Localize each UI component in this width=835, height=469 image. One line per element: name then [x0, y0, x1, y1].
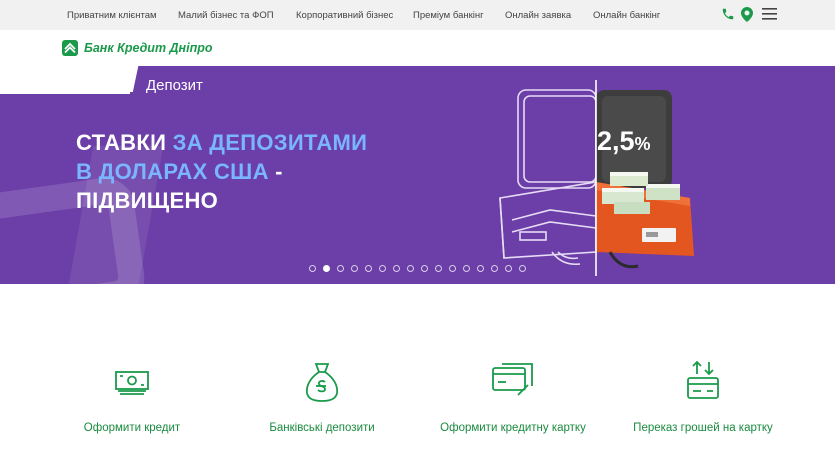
carousel-dot[interactable] [407, 265, 414, 272]
service-label: Банківські депозити [269, 422, 375, 434]
carousel-dot[interactable] [491, 265, 498, 272]
service-label: Оформити кредитну картку [440, 422, 586, 434]
carousel-dot[interactable] [365, 265, 372, 272]
hamburger-menu-icon[interactable] [762, 7, 777, 21]
suitcase-illustration [499, 80, 694, 276]
service-money-transfer[interactable]: Переказ грошей на картку [608, 360, 798, 434]
deposit-rate: 2,5% [597, 126, 651, 156]
carousel-dot[interactable] [351, 265, 358, 272]
carousel-dot[interactable] [393, 265, 400, 272]
carousel-dot-active[interactable] [323, 265, 330, 272]
phone-icon[interactable] [721, 7, 735, 21]
carousel-dot[interactable] [435, 265, 442, 272]
carousel-dot[interactable] [477, 265, 484, 272]
service-deposits[interactable]: Банківські депозити [227, 360, 417, 434]
carousel-dot[interactable] [337, 265, 344, 272]
nav-link-premium-banking[interactable]: Преміум банкінг [413, 10, 484, 21]
carousel-dot[interactable] [421, 265, 428, 272]
carousel-dot[interactable] [449, 265, 456, 272]
bank-logo-icon[interactable] [62, 40, 78, 56]
banner-headline: СТАВКИ ЗА ДЕПОЗИТАМИ В ДОЛАРАХ США - ПІД… [76, 130, 368, 213]
location-pin-icon[interactable] [741, 7, 753, 22]
top-navigation: Приватним клієнтам Малий бізнес та ФОП К… [0, 0, 835, 30]
bank-name[interactable]: Банк Кредит Дніпро [84, 41, 213, 55]
carousel-dot[interactable] [309, 265, 316, 272]
service-label: Переказ грошей на картку [633, 422, 773, 434]
service-credit[interactable]: Оформити кредит [37, 360, 227, 434]
nav-link-online-banking[interactable]: Онлайн банкінг [593, 10, 660, 21]
nav-link-corporate-business[interactable]: Корпоративний бізнес [296, 10, 393, 21]
carousel-dot[interactable] [519, 265, 526, 272]
nav-link-private-clients[interactable]: Приватним клієнтам [67, 10, 157, 21]
banner-category: Депозит [146, 77, 203, 94]
money-bag-icon [305, 363, 339, 402]
promo-banner[interactable]: Депозит СТАВКИ ЗА ДЕПОЗИТАМИ В ДОЛАРАХ С… [0, 66, 835, 284]
credit-cards-icon [492, 363, 533, 396]
banner-corner-shape [0, 66, 130, 94]
carousel-dot[interactable] [379, 265, 386, 272]
nav-link-online-application[interactable]: Онлайн заявка [505, 10, 571, 21]
banknotes-icon [115, 371, 149, 395]
nav-link-small-business[interactable]: Малий бізнес та ФОП [178, 10, 274, 21]
carousel-dot[interactable] [463, 265, 470, 272]
carousel-dot[interactable] [505, 265, 512, 272]
service-label: Оформити кредит [83, 422, 181, 434]
card-transfer-icon [687, 360, 719, 399]
service-credit-card[interactable]: Оформити кредитну картку [418, 360, 608, 434]
